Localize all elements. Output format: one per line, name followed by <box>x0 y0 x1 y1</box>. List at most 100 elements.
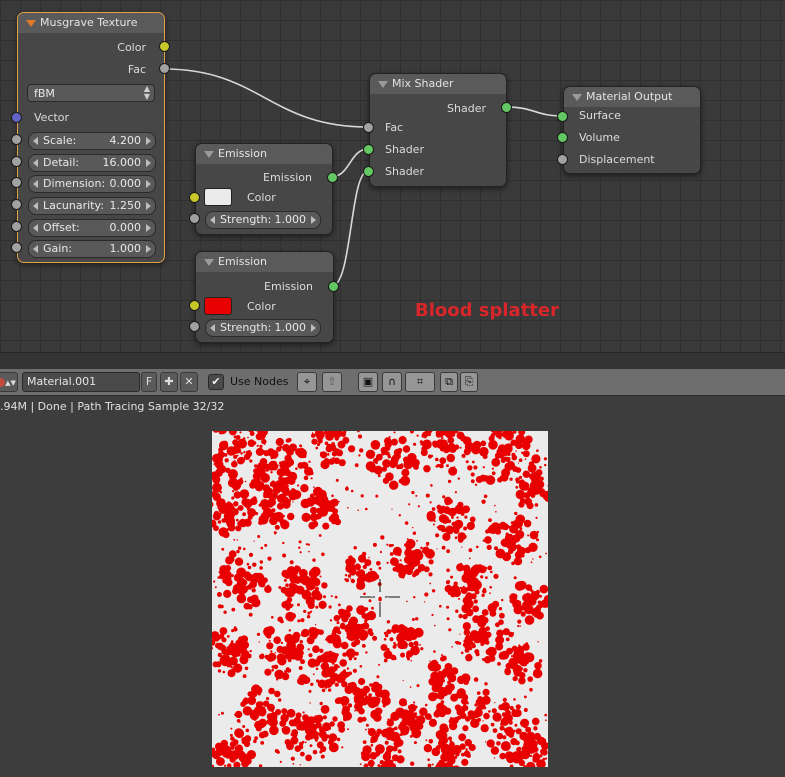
lacunarity-field[interactable]: Lacunarity: 1.250 <box>28 197 156 215</box>
socket-mix-shader1-in[interactable] <box>363 144 374 155</box>
monitor-icon: ▣ <box>362 375 374 388</box>
socket-mix-shader-out[interactable] <box>501 102 512 113</box>
node-header-musgrave[interactable]: Musgrave Texture <box>18 13 164 33</box>
strength-field-white[interactable]: Strength: 1.000 <box>205 211 321 229</box>
increment-arrow-icon[interactable] <box>311 324 316 332</box>
scale-field[interactable]: Scale: 4.200 <box>28 132 156 150</box>
collapse-triangle-icon[interactable] <box>26 20 36 27</box>
collapse-triangle-icon[interactable] <box>572 94 582 101</box>
splatter-blob <box>422 550 425 553</box>
socket-output-surface-in[interactable] <box>557 111 568 122</box>
node-emission-white[interactable]: Emission Emission Color Strength: 1.000 <box>195 143 333 235</box>
parent-tree-button[interactable]: ⇧ <box>322 372 342 392</box>
collapse-triangle-icon[interactable] <box>204 259 214 266</box>
socket-emission-red-strength-in[interactable] <box>189 321 200 332</box>
increment-arrow-icon[interactable] <box>146 245 151 253</box>
detail-field[interactable]: Detail: 16.000 <box>28 154 156 172</box>
node-editor[interactable]: Musgrave Texture Color Fac fBM ▲ ▼ Vector… <box>0 0 785 352</box>
socket-emission-red-out[interactable] <box>328 281 339 292</box>
socket-output-volume-in[interactable] <box>557 132 568 143</box>
strength-field-red[interactable]: Strength: 1.000 <box>205 319 321 337</box>
decrement-arrow-icon[interactable] <box>33 245 38 253</box>
musgrave-type-dropdown[interactable]: fBM ▲ ▼ <box>27 84 155 102</box>
splatter-blob <box>432 523 435 526</box>
decrement-arrow-icon[interactable] <box>33 137 38 145</box>
splatter-speck <box>419 440 423 444</box>
socket-musgrave-fac-out[interactable] <box>159 63 170 74</box>
fake-user-button[interactable]: F <box>141 372 157 392</box>
increment-arrow-icon[interactable] <box>146 159 151 167</box>
splatter-blob <box>382 752 392 761</box>
splatter-speck <box>279 480 283 484</box>
increment-arrow-icon[interactable] <box>146 202 151 210</box>
decrement-arrow-icon[interactable] <box>33 159 38 167</box>
splatter-blob <box>384 451 389 456</box>
splatter-speck <box>237 507 240 510</box>
color-swatch-white[interactable] <box>204 188 232 206</box>
increment-arrow-icon[interactable] <box>146 224 151 232</box>
gain-field[interactable]: Gain: 1.000 <box>28 240 156 258</box>
socket-musgrave-dimension-in[interactable] <box>11 177 22 188</box>
decrement-arrow-icon[interactable] <box>210 324 215 332</box>
splatter-blob <box>481 593 485 597</box>
splatter-blob <box>224 458 229 463</box>
area-splitter[interactable] <box>0 352 785 369</box>
increment-arrow-icon[interactable] <box>146 137 151 145</box>
splatter-blob <box>298 666 303 670</box>
copy-nodes-button[interactable]: ⧉ <box>440 372 458 392</box>
snap-toggle-button[interactable]: ∩ <box>382 372 402 392</box>
socket-musgrave-offset-in[interactable] <box>11 221 22 232</box>
decrement-arrow-icon[interactable] <box>33 224 38 232</box>
decrement-arrow-icon[interactable] <box>210 216 215 224</box>
node-header-mix-shader[interactable]: Mix Shader <box>370 74 506 94</box>
material-name-field[interactable]: Material.001 <box>22 372 140 392</box>
socket-emission-red-color-in[interactable] <box>189 300 200 311</box>
socket-musgrave-scale-in[interactable] <box>11 134 22 145</box>
collapse-triangle-icon[interactable] <box>204 151 214 158</box>
socket-mix-fac-in[interactable] <box>363 122 374 133</box>
decrement-arrow-icon[interactable] <box>33 180 38 188</box>
socket-musgrave-lacunarity-in[interactable] <box>11 199 22 210</box>
output-emission-label: Emission <box>263 171 312 184</box>
dimension-field[interactable]: Dimension: 0.000 <box>28 175 156 193</box>
input-displacement-label: Displacement <box>579 153 655 166</box>
node-header-emission-white[interactable]: Emission <box>196 144 332 164</box>
material-browse-button[interactable]: ▲▼ <box>0 372 18 392</box>
pin-button[interactable]: ⌖ <box>297 372 317 392</box>
socket-emission-white-out[interactable] <box>327 172 338 183</box>
splatter-speck <box>488 518 492 522</box>
node-header-material-output[interactable]: Material Output <box>564 87 700 107</box>
node-mix-shader[interactable]: Mix Shader Shader Fac Shader Shader <box>369 73 507 187</box>
splatter-blob <box>398 436 407 445</box>
add-material-button[interactable]: ✚ <box>160 372 178 392</box>
decrement-arrow-icon[interactable] <box>33 202 38 210</box>
socket-emission-white-color-in[interactable] <box>189 192 200 203</box>
offset-field[interactable]: Offset: 0.000 <box>28 219 156 237</box>
socket-musgrave-vector-in[interactable] <box>11 112 22 123</box>
render-viewport[interactable] <box>0 418 785 777</box>
increment-arrow-icon[interactable] <box>146 180 151 188</box>
node-emission-red[interactable]: Emission Emission Color Strength: 1.000 <box>195 251 334 343</box>
splatter-blob <box>500 650 510 660</box>
socket-mix-shader2-in[interactable] <box>363 166 374 177</box>
splatter-speck <box>301 740 305 744</box>
collapse-triangle-icon[interactable] <box>378 81 388 88</box>
socket-musgrave-detail-in[interactable] <box>11 156 22 167</box>
socket-musgrave-color-out[interactable] <box>159 41 170 52</box>
node-musgrave-texture[interactable]: Musgrave Texture Color Fac fBM ▲ ▼ Vector… <box>17 12 165 263</box>
paste-nodes-button[interactable]: ⎘ <box>460 372 478 392</box>
node-header-emission-red[interactable]: Emission <box>196 252 333 272</box>
splatter-blob <box>397 635 401 639</box>
use-nodes-checkbox[interactable]: ✔ <box>208 374 224 390</box>
socket-musgrave-gain-in[interactable] <box>11 242 22 253</box>
splatter-speck <box>543 457 547 461</box>
color-swatch-red[interactable] <box>204 297 232 315</box>
socket-emission-white-strength-in[interactable] <box>189 213 200 224</box>
backdrop-button[interactable]: ▣ <box>358 372 378 392</box>
splatter-speck <box>426 544 429 547</box>
socket-output-displacement-in[interactable] <box>557 154 568 165</box>
snap-element-dropdown[interactable]: ⌗ <box>405 372 435 392</box>
node-material-output[interactable]: Material Output Surface Volume Displacem… <box>563 86 701 174</box>
unlink-material-button[interactable]: ✕ <box>180 372 198 392</box>
increment-arrow-icon[interactable] <box>311 216 316 224</box>
